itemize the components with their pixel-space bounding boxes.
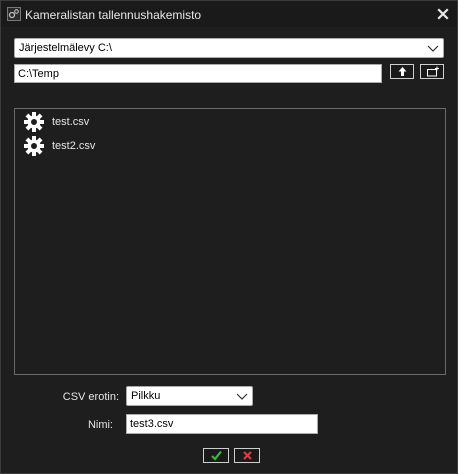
separator-select-value: Pilkku	[131, 390, 161, 402]
close-icon	[243, 451, 252, 460]
file-list[interactable]: test.csv test2.csv	[14, 108, 446, 375]
title-bar: Kameralistan tallennushakemisto	[1, 1, 457, 27]
close-icon[interactable]	[437, 8, 449, 20]
drive-select-value: Järjestelmälevy C:\	[19, 42, 112, 54]
name-label: Nimi:	[87, 419, 113, 431]
cancel-button[interactable]	[234, 448, 260, 463]
file-name: test2.csv	[52, 140, 96, 152]
window-title: Kameralistan tallennushakemisto	[25, 8, 202, 22]
chevron-down-icon	[427, 45, 439, 52]
checkmark-icon	[211, 450, 222, 461]
drive-select[interactable]: Järjestelmälevy C:\	[14, 38, 444, 58]
new-folder-icon	[427, 66, 439, 77]
file-name-input[interactable]	[126, 414, 318, 434]
path-input[interactable]	[14, 64, 382, 83]
app-settings-icon	[7, 7, 21, 21]
chevron-down-icon	[236, 393, 248, 400]
separator-select[interactable]: Pilkku	[126, 386, 253, 406]
separator-label: CSV erotin:	[62, 391, 119, 403]
gear-icon	[24, 136, 44, 156]
parent-folder-button[interactable]	[390, 64, 414, 79]
file-name: test.csv	[52, 116, 90, 128]
ok-button[interactable]	[203, 448, 229, 463]
dialog-window: Kameralistan tallennushakemisto Järjeste…	[0, 0, 458, 474]
arrow-up-icon	[398, 67, 407, 76]
new-folder-button[interactable]	[420, 64, 444, 79]
gear-icon	[24, 112, 44, 132]
file-item[interactable]: test.csv	[23, 111, 223, 133]
file-item[interactable]: test2.csv	[23, 135, 223, 157]
